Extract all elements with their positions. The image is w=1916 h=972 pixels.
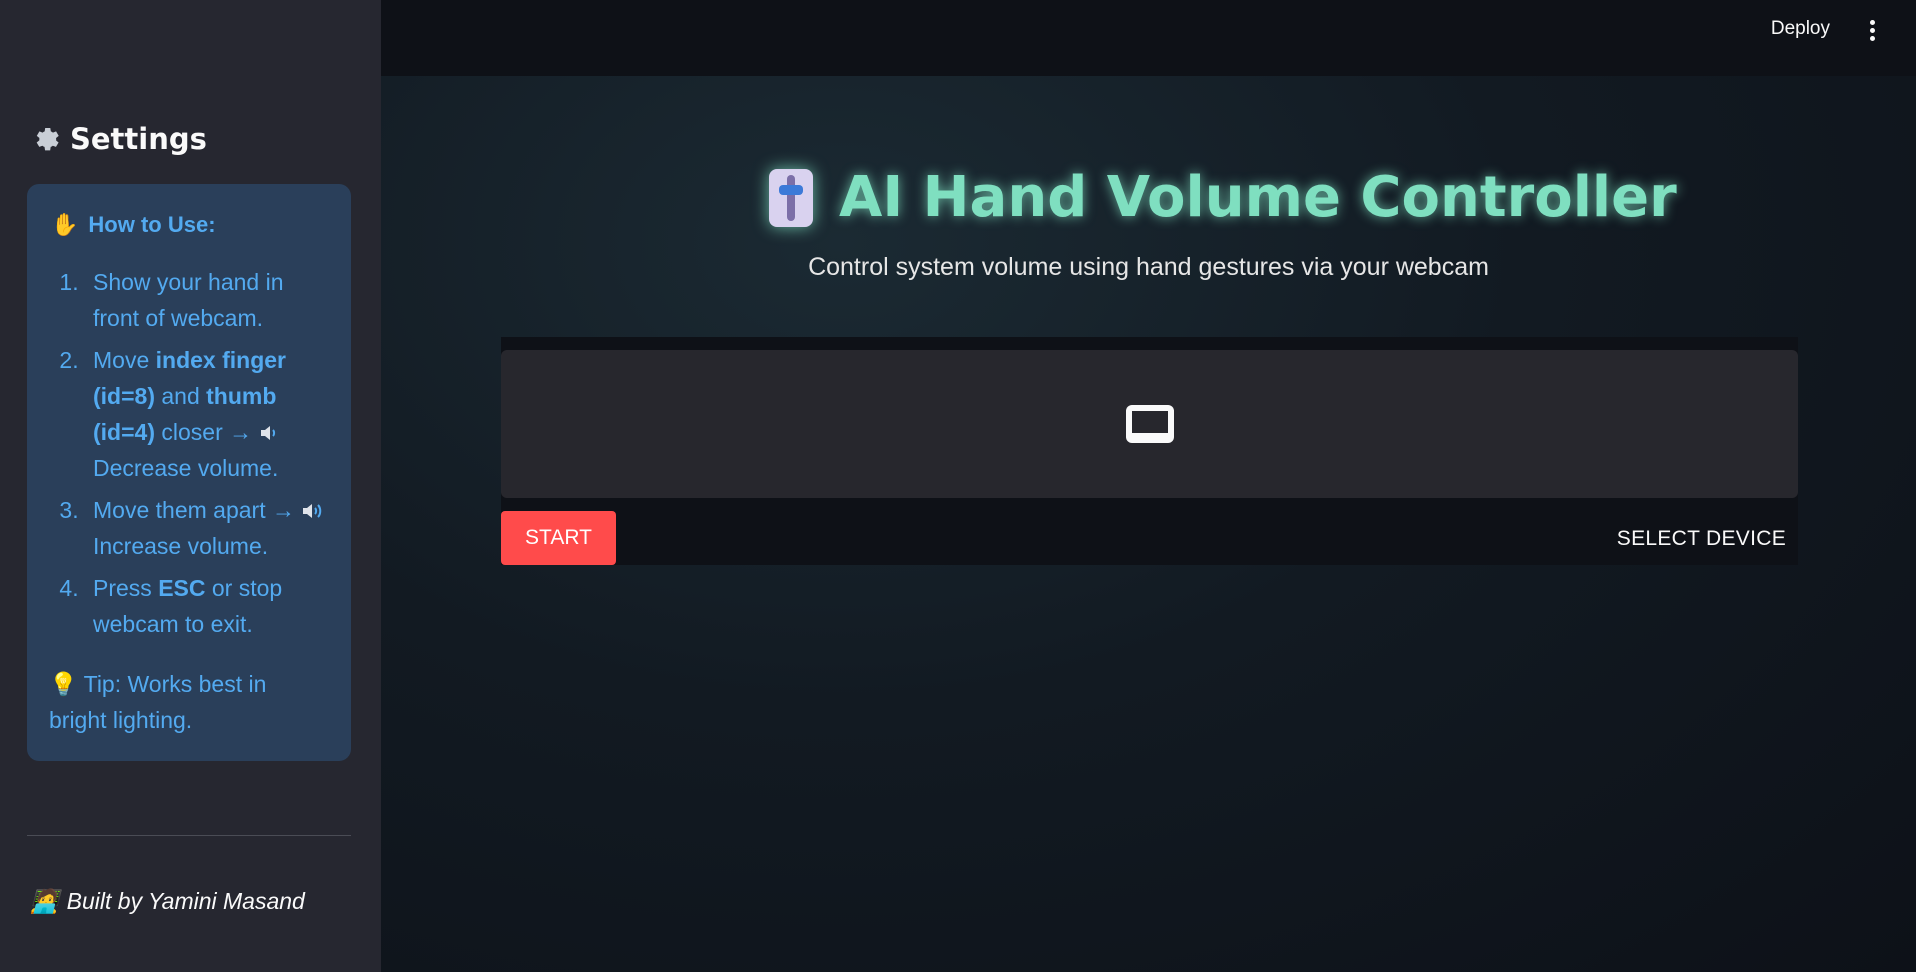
page-title-text: AI Hand Volume Controller [839, 165, 1677, 230]
footer-credit: 🧑‍💻 Built by Yamini Masand [30, 888, 305, 915]
top-header: Deploy [381, 0, 1916, 76]
list-item: Press ESC or stop webcam to exit. [85, 570, 327, 642]
divider [27, 835, 351, 836]
how-to-heading: ✋ How to Use: [51, 212, 327, 238]
raised-hand-emoji: ✋ [51, 212, 79, 237]
step-text: Press [93, 575, 159, 601]
gear-icon [36, 128, 59, 151]
webcam-streamer: START SELECT DEVICE [501, 337, 1798, 565]
steps-list: Show your hand in front of webcam. Move … [51, 264, 327, 642]
step-text: closer → [154, 419, 253, 445]
footer-text: Built by Yamini Masand [66, 888, 305, 914]
select-device-button[interactable]: SELECT DEVICE [1617, 527, 1786, 551]
tip-label: Tip: Works best in bright lighting. [49, 671, 267, 733]
page-title: AI Hand Volume Controller [765, 165, 1677, 230]
page-subtitle: Control system volume using hand gesture… [808, 253, 1489, 281]
sidebar-title-text: Settings [70, 122, 207, 156]
step-text: Move [93, 347, 156, 373]
tip-text: 💡 Tip: Works best in bright lighting. [49, 666, 327, 738]
monitor-icon [1126, 405, 1174, 443]
step-text: Increase volume. [93, 533, 269, 559]
speaker-low-icon [260, 426, 275, 440]
lightbulb-emoji: 💡 [49, 671, 78, 697]
list-item: Move them apart → Increase volume. [85, 492, 327, 564]
step-bold: ESC [158, 575, 206, 601]
step-text: Move them apart → [93, 497, 295, 523]
sidebar-title: Settings [30, 122, 207, 156]
step-text: Decrease volume. [93, 455, 279, 481]
sidebar: Settings ✋ How to Use: Show your hand in… [0, 0, 381, 972]
how-to-heading-text: How to Use: [88, 212, 216, 237]
start-button[interactable]: START [501, 511, 616, 565]
vertical-dots-icon[interactable] [1866, 18, 1878, 44]
deploy-button[interactable]: Deploy [1771, 18, 1830, 40]
step-text: and [154, 383, 207, 409]
list-item: Move index finger (id=8) and thumb (id=4… [85, 342, 327, 486]
technologist-emoji: 🧑‍💻 [30, 888, 59, 914]
level-slider-emoji [769, 168, 813, 227]
video-placeholder [501, 350, 1798, 498]
speaker-high-icon [303, 504, 322, 518]
